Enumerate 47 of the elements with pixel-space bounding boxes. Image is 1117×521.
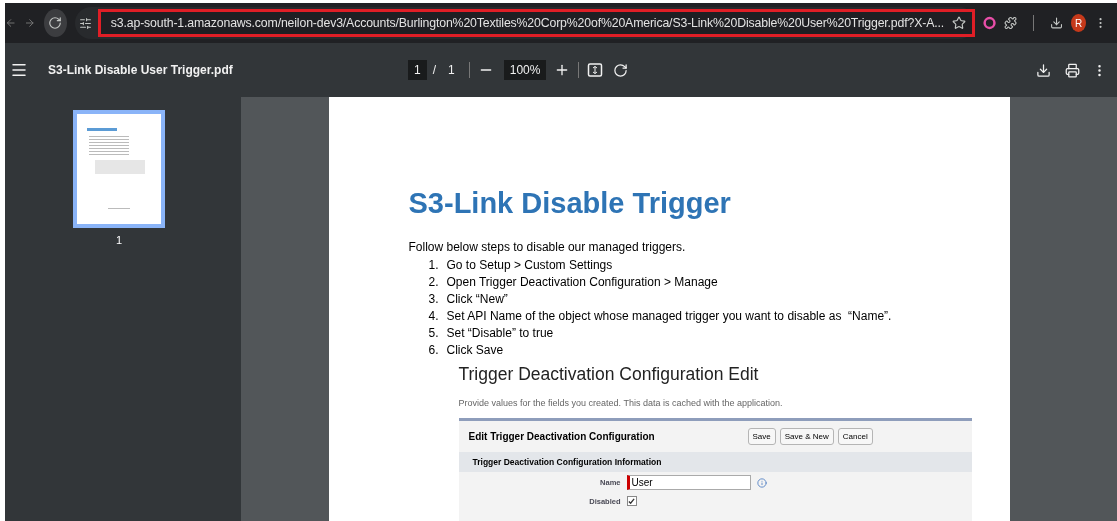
step-number: 5. <box>428 326 439 340</box>
reload-button[interactable] <box>43 9 67 37</box>
address-bar[interactable]: s3.ap-south-1.amazonaws.com/neilon-dev3/Accounts/Burlington%20Textiles%20Corp%20of%20America/S3-Link%20Disable%20User%20Trigger.pdf?X-A... <box>97 9 976 37</box>
page-separator: / <box>432 63 437 77</box>
step-text: Click “New” <box>446 292 508 306</box>
checkbox[interactable] <box>626 496 637 506</box>
form-button[interactable]: Cancel <box>837 428 873 445</box>
forward-icon[interactable] <box>24 16 36 30</box>
page-number-field[interactable]: 1 <box>408 60 427 80</box>
panel-title: Edit Trigger Deactivation Configuration <box>468 431 656 442</box>
step-number: 1. <box>428 258 439 272</box>
step-number: 2. <box>428 275 439 289</box>
reload-icon <box>48 16 63 30</box>
name-field[interactable]: User <box>626 475 751 490</box>
fit-page-icon[interactable] <box>587 62 604 78</box>
step-text: Open Trigger Deactivation Configuration > Manage <box>446 275 718 289</box>
download-icon[interactable] <box>1036 62 1051 78</box>
url-text: s3.ap-south-1.amazonaws.com/neilon-dev3/Accounts/Burlington%20Textiles%20Corp%20of%20America/S3-Link%20Disable%20User%20Trigger.pdf?X-A... <box>110 16 945 30</box>
ring-icon[interactable] <box>983 15 997 31</box>
print-icon[interactable] <box>1065 62 1080 78</box>
intro-text: Follow below steps to disable our managed triggers. <box>408 240 687 254</box>
page-total: 1 <box>448 63 455 77</box>
site-info-icon[interactable] <box>78 16 92 30</box>
form-button[interactable]: Save <box>747 428 776 445</box>
download-icon[interactable] <box>1050 15 1064 31</box>
rotate-icon[interactable] <box>613 62 629 78</box>
step-text: Set API Name of the object whose managed trigger you want to disable as “Name”. <box>446 309 892 323</box>
section-header: Trigger Deactivation Configuration Information <box>458 452 972 472</box>
profile-avatar[interactable]: R <box>1071 14 1086 32</box>
extensions-icon[interactable] <box>1004 15 1018 31</box>
info-icon <box>756 477 767 488</box>
step-number: 3. <box>428 292 439 306</box>
page-thumbnail[interactable] <box>73 110 165 228</box>
form-description: Provide values for the fields you created. This data is cached with the application. <box>458 398 784 408</box>
form-title: Trigger Deactivation Configuration Edit <box>458 364 760 385</box>
document-title: S3-Link Disable Trigger <box>408 187 732 220</box>
step-text: Go to Setup > Custom Settings <box>446 258 613 272</box>
file-name: S3-Link Disable User Trigger.pdf <box>48 63 234 77</box>
form-button[interactable]: Save & New <box>779 428 834 445</box>
step-text: Click Save <box>446 343 504 357</box>
bookmark-star-icon[interactable] <box>952 16 967 30</box>
zoom-field[interactable]: 100% <box>503 60 547 80</box>
thumbnail-page-number: 1 <box>115 234 123 246</box>
step-text: Set “Disable” to true <box>446 326 554 340</box>
step-number: 6. <box>428 343 439 357</box>
menu-icon[interactable] <box>10 61 28 79</box>
step-number: 4. <box>428 309 439 323</box>
